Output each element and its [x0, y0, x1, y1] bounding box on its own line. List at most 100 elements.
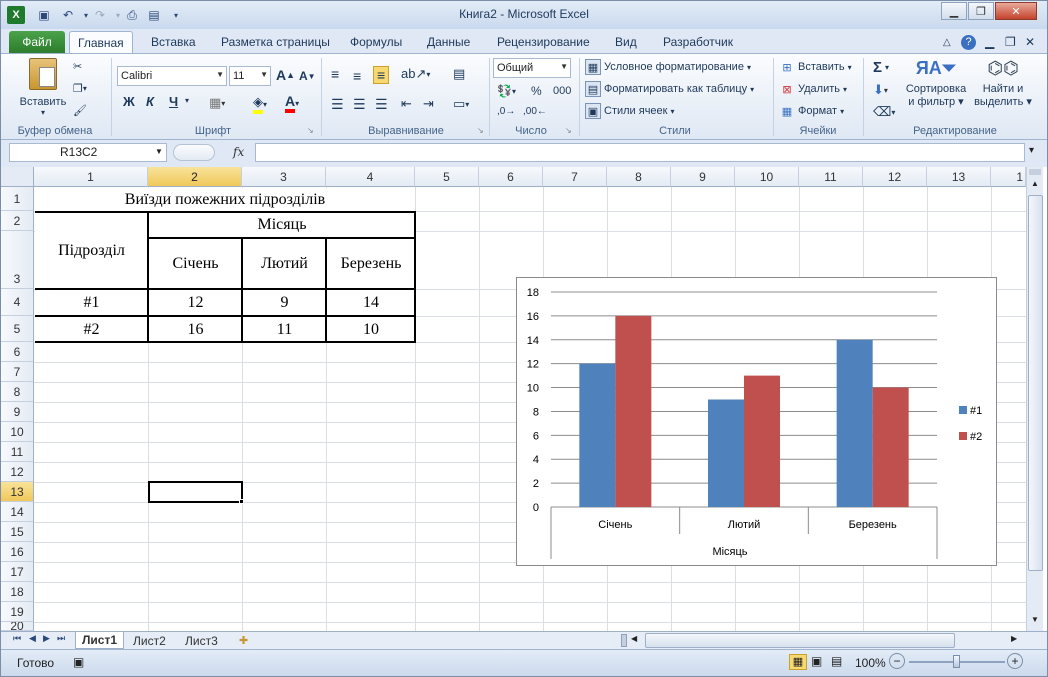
prev-sheet-icon[interactable]: ◀	[29, 633, 36, 644]
row-header[interactable]: 15	[1, 522, 34, 542]
borders-icon[interactable]: ▦ ▾	[209, 95, 225, 111]
page-break-view-icon[interactable]: ▤	[831, 654, 842, 668]
copy-icon[interactable]: ❐ ▾	[73, 82, 87, 95]
align-middle-icon[interactable]: ≡	[353, 68, 361, 84]
value-cell[interactable]: 16	[149, 317, 242, 342]
page-layout-view-icon[interactable]: ▣	[811, 654, 822, 668]
align-bottom-icon[interactable]: ≡	[373, 66, 390, 84]
fill-icon[interactable]: ⬇ ▾	[873, 82, 888, 98]
insert-sheet-icon[interactable]: ✚	[233, 632, 254, 649]
last-sheet-icon[interactable]: ⏭	[57, 633, 65, 644]
tab-view[interactable]: Вид	[607, 31, 645, 53]
conditional-formatting-button[interactable]: ▦ Условное форматирование ▾	[585, 59, 751, 75]
row-header[interactable]: 16	[1, 542, 34, 562]
delete-cells-button[interactable]: ⊠ Удалить ▾	[779, 81, 847, 97]
currency-icon[interactable]: 💱 ▾	[497, 84, 516, 98]
value-cell[interactable]: 10	[327, 317, 415, 342]
row-header[interactable]: 4	[1, 289, 34, 316]
percent-button[interactable]: %	[531, 84, 542, 98]
active-cell[interactable]	[148, 481, 243, 503]
cut-icon[interactable]: ✂	[73, 60, 82, 73]
column-header[interactable]: 2	[148, 167, 242, 187]
column-header[interactable]: 5	[415, 167, 479, 187]
bold-button[interactable]: Ж	[123, 94, 135, 109]
column-header[interactable]: 10	[735, 167, 799, 187]
thousands-button[interactable]: 000	[553, 85, 571, 97]
column-header[interactable]: 1	[991, 167, 1026, 187]
find-select-button[interactable]: ⌬⌬ Найти и выделить ▾	[974, 58, 1032, 108]
cell-styles-button[interactable]: ▣ Стили ячеек ▾	[585, 103, 675, 119]
next-sheet-icon[interactable]: ▶	[43, 633, 50, 644]
first-sheet-icon[interactable]: ⏮	[13, 633, 21, 644]
minimize-button[interactable]: ▁	[941, 2, 967, 20]
value-cell[interactable]: 9	[243, 290, 326, 316]
alignment-dialog-launcher-icon[interactable]: ↘	[477, 126, 484, 135]
font-dialog-launcher-icon[interactable]: ↘	[307, 126, 314, 135]
increase-font-icon[interactable]: A ▲	[276, 67, 295, 83]
number-format-combo[interactable]: Общий ▼	[493, 58, 571, 78]
formula-input[interactable]	[255, 143, 1025, 162]
row-header[interactable]: 12	[1, 462, 34, 482]
sheet-tab[interactable]: Лист2	[127, 632, 172, 649]
split-box[interactable]	[1029, 169, 1041, 175]
font-size-combo[interactable]: 11 ▼	[229, 66, 271, 86]
table-title[interactable]: Виїзди пожежних підрозділів	[35, 188, 415, 211]
column-header[interactable]: 9	[671, 167, 735, 187]
macro-record-icon[interactable]: ▣	[73, 655, 84, 669]
sheet-tab[interactable]: Лист1	[75, 632, 125, 649]
row-header[interactable]: 5	[1, 316, 34, 342]
tab-data[interactable]: Данные	[419, 31, 478, 53]
month-header[interactable]: Лютий	[243, 239, 326, 289]
row-header[interactable]: 3	[1, 231, 34, 289]
scroll-right-icon[interactable]: ▶	[1011, 634, 1017, 643]
fill-handle[interactable]	[239, 499, 244, 504]
worksheet-grid[interactable]: 1 2 3 4 5 6 7 8 9 10 11 12 13 1 1 2 3 4 …	[1, 167, 1047, 631]
month-header[interactable]: Січень	[149, 239, 242, 289]
sort-filter-button[interactable]: ЯA⏷ Сортировка и фильтр ▾	[903, 58, 969, 108]
row-header[interactable]: 1	[1, 187, 34, 211]
name-box[interactable]: R13C2	[9, 143, 167, 162]
scroll-up-icon[interactable]: ▲	[1029, 179, 1041, 191]
align-top-icon[interactable]: ≡	[331, 66, 339, 82]
autosum-button[interactable]: Σ ▾	[873, 59, 889, 76]
font-color-icon[interactable]: A ▾	[285, 93, 299, 113]
month-header[interactable]: Березень	[327, 239, 415, 289]
tab-page-layout[interactable]: Разметка страницы	[213, 31, 338, 53]
zoom-in-icon[interactable]: +	[1007, 653, 1023, 669]
vertical-scrollbar[interactable]: ▲ ▼	[1026, 167, 1043, 631]
select-all-corner[interactable]	[1, 167, 34, 187]
decrease-indent-icon[interactable]: ⇤	[401, 96, 412, 112]
horizontal-scroll-thumb[interactable]	[645, 633, 955, 648]
tab-formulas[interactable]: Формулы	[342, 31, 410, 53]
row-header[interactable]: 14	[1, 502, 34, 522]
header-month[interactable]: Місяць	[149, 212, 415, 238]
tab-review[interactable]: Рецензирование	[489, 31, 598, 53]
format-as-table-button[interactable]: ▤ Форматировать как таблицу ▾	[585, 81, 754, 97]
clear-icon[interactable]: ⌫ ▾	[873, 104, 895, 120]
insert-function-button[interactable]: fx	[233, 145, 244, 159]
decrease-decimal-icon[interactable]: ,00←	[523, 106, 547, 117]
value-cell[interactable]: 11	[243, 317, 326, 342]
expand-formula-icon[interactable]: ▾	[1029, 145, 1034, 156]
scroll-thumb[interactable]	[1028, 195, 1043, 571]
underline-dropdown-icon[interactable]: ▾	[185, 96, 189, 105]
row-header[interactable]: 9	[1, 402, 34, 422]
column-header[interactable]: 7	[543, 167, 607, 187]
row-header[interactable]: 17	[1, 562, 34, 582]
unit-cell[interactable]: #2	[35, 317, 148, 342]
column-header[interactable]: 8	[607, 167, 671, 187]
italic-button[interactable]: К	[146, 94, 154, 109]
row-header[interactable]: 10	[1, 422, 34, 442]
zoom-out-icon[interactable]: −	[889, 653, 905, 669]
row-header[interactable]: 2	[1, 211, 34, 231]
zoom-slider-thumb[interactable]	[953, 655, 960, 668]
number-dialog-launcher-icon[interactable]: ↘	[565, 126, 572, 135]
row-header[interactable]: 8	[1, 382, 34, 402]
name-box-dropdown-icon[interactable]: ▼	[155, 147, 163, 156]
row-header[interactable]: 11	[1, 442, 34, 462]
header-unit[interactable]: Підрозділ	[35, 212, 148, 289]
increase-indent-icon[interactable]: ⇥	[423, 96, 434, 112]
close-button[interactable]: ✕	[995, 2, 1037, 20]
row-header[interactable]: 19	[1, 602, 34, 622]
row-header[interactable]: 7	[1, 362, 34, 382]
